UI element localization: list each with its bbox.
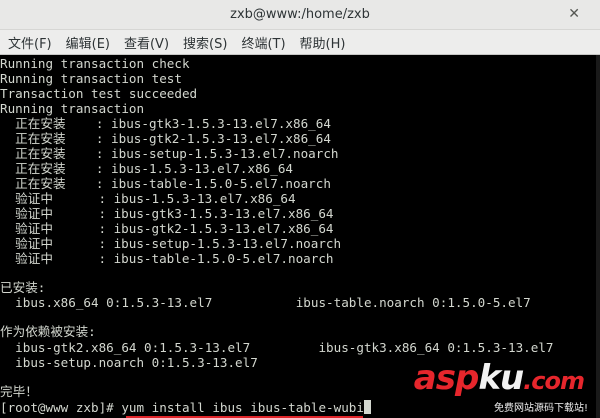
terminal-line: 验证中 : ibus-table-1.5.0-5.el7.noarch [0, 251, 334, 266]
text-cursor [363, 400, 371, 414]
scrollbar[interactable] [596, 55, 600, 418]
terminal-line: 作为依赖被安装: [0, 324, 96, 339]
terminal-line: ibus-setup.noarch 0:1.5.3-13.el7 [0, 355, 258, 370]
terminal-line: 验证中 : ibus-1.5.3-13.el7.x86_64 [0, 191, 296, 206]
menu-edit[interactable]: 编辑(E) [59, 33, 117, 52]
menu-bar: 文件(F) 编辑(E) 查看(V) 搜索(S) 终端(T) 帮助(H) [0, 30, 600, 55]
terminal-line: 验证中 : ibus-setup-1.5.3-13.el7.noarch [0, 236, 342, 251]
watermark-subtitle: 免费网站源码下载站! [493, 403, 588, 414]
terminal-line: Running transaction [0, 101, 145, 116]
window-title: zxb@www:/home/zxb [230, 7, 370, 22]
terminal-line: 验证中 : ibus-gtk3-1.5.3-13.el7.x86_64 [0, 206, 334, 221]
terminal-line: 正在安装 : ibus-1.5.3-13.el7.x86_64 [0, 161, 294, 176]
shell-prompt: [root@www zxb]# [0, 400, 122, 415]
terminal-line: 正在安装 : ibus-setup-1.5.3-13.el7.noarch [0, 146, 339, 161]
terminal-line: ibus-gtk2.x86_64 0:1.5.3-13.el7 ibus-gtk… [0, 340, 554, 355]
terminal-line: Transaction test succeeded [0, 86, 198, 101]
menu-file[interactable]: 文件(F) [0, 33, 59, 52]
menu-terminal[interactable]: 终端(T) [234, 33, 292, 52]
terminal-line: 验证中 : ibus-gtk2-1.5.3-13.el7.x86_64 [0, 221, 334, 236]
terminal-line: 已安装: [0, 280, 46, 295]
terminal-line: Running transaction test [0, 71, 182, 86]
menu-help[interactable]: 帮助(H) [293, 33, 353, 52]
close-icon[interactable]: ✕ [568, 6, 580, 22]
command-line[interactable]: [root@www zxb]# yum install ibus ibus-ta… [0, 400, 371, 415]
terminal-line: Running transaction check [0, 56, 190, 71]
terminal-line: 完毕！ [0, 384, 38, 399]
menu-view[interactable]: 查看(V) [117, 33, 176, 52]
watermark-logo-text: aspku.com [413, 358, 585, 398]
title-bar: zxb@www:/home/zxb ✕ [0, 0, 600, 30]
terminal-line: ibus.x86_64 0:1.5.3-13.el7 ibus-table.no… [0, 295, 531, 310]
watermark-logo: aspku.com 免费网站源码下载站! [414, 358, 594, 418]
terminal-line: 正在安装 : ibus-table-1.5.0-5.el7.noarch [0, 176, 331, 191]
terminal-line: 正在安装 : ibus-gtk2-1.5.3-13.el7.x86_64 [0, 131, 331, 146]
command-text[interactable]: yum install ibus ibus-table-wubi [121, 400, 364, 415]
terminal-line: 正在安装 : ibus-gtk3-1.5.3-13.el7.x86_64 [0, 116, 331, 131]
menu-search[interactable]: 搜索(S) [176, 33, 234, 52]
